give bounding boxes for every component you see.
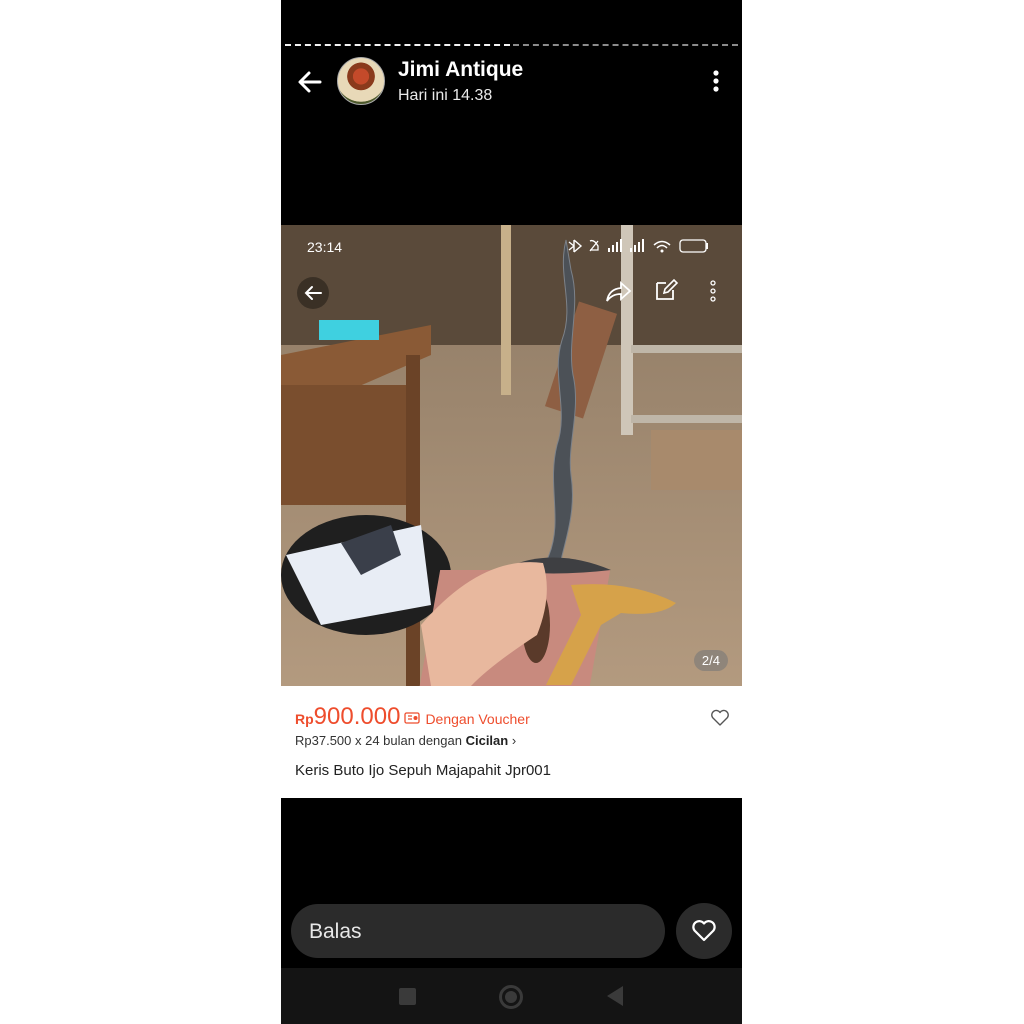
arrow-left-icon — [298, 71, 322, 93]
story-viewer: Jimi Antique Hari ini 14.38 23:14 2/4 Rp… — [281, 0, 742, 1024]
product-price: 900.000 — [313, 703, 401, 730]
image-counter: 2/4 — [693, 650, 728, 671]
story-timestamp: Hari ini 14.38 — [398, 87, 493, 104]
screenshot-more-icon — [710, 280, 716, 302]
contact-name[interactable]: Jimi Antique — [398, 58, 523, 82]
system-back-button[interactable] — [607, 986, 623, 1006]
progress-segment-upcoming — [513, 44, 738, 46]
status-bar-time: 23:14 — [307, 239, 343, 255]
system-navigation-bar — [281, 968, 742, 1024]
chevron-right-icon: › — [511, 733, 517, 748]
product-photo: 23:14 2/4 — [281, 225, 742, 686]
vertical-dots-icon — [713, 70, 719, 92]
screenshot-back-icon — [297, 277, 329, 309]
voucher-icon — [404, 712, 421, 724]
progress-segment-viewed — [285, 44, 510, 46]
like-button[interactable] — [676, 903, 732, 959]
installment-info: Rp37.500 x 24 bulan dengan Cicilan › — [295, 733, 516, 748]
installment-text: Rp37.500 x 24 bulan dengan — [295, 733, 466, 748]
heart-outline-icon — [711, 709, 729, 726]
home-button[interactable] — [499, 985, 523, 1009]
shared-product-screenshot[interactable]: 23:14 2/4 Rp 900.000 Dengan Voucher Rp37… — [281, 225, 742, 798]
avatar[interactable] — [337, 57, 385, 105]
price-row: Rp 900.000 Dengan Voucher — [295, 703, 530, 731]
reply-input[interactable]: Balas — [291, 904, 665, 958]
story-header: Jimi Antique Hari ini 14.38 — [281, 55, 742, 107]
voucher-label: Dengan Voucher — [425, 711, 530, 727]
back-button[interactable] — [295, 67, 325, 97]
price-currency: Rp — [295, 711, 314, 727]
product-info: Rp 900.000 Dengan Voucher Rp37.500 x 24 … — [281, 686, 742, 798]
installment-link: Cicilan — [465, 733, 509, 748]
recent-apps-button[interactable] — [399, 988, 416, 1005]
status-bar-icons — [568, 239, 708, 253]
more-options-button[interactable] — [704, 69, 728, 95]
share-icon — [606, 280, 632, 302]
edit-icon — [656, 278, 679, 300]
story-progress-bar — [285, 44, 738, 47]
heart-icon — [692, 920, 716, 942]
product-title: Keris Buto Ijo Sepuh Majapahit Jpr001 — [295, 762, 551, 779]
